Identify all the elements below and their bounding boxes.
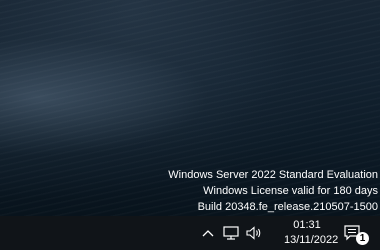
- notification-center-button[interactable]: 1: [336, 216, 380, 250]
- system-clock[interactable]: 01:31 13/11/2022: [284, 216, 339, 250]
- desktop-background[interactable]: Windows Server 2022 Standard Evaluation …: [0, 0, 380, 216]
- clock-time: 01:31: [293, 219, 321, 231]
- network-icon[interactable]: [220, 216, 242, 250]
- volume-icon[interactable]: [243, 216, 265, 250]
- clock-date: 13/11/2022: [284, 234, 339, 246]
- notification-count-badge: 1: [356, 232, 369, 245]
- license-watermark: Windows Server 2022 Standard Evaluation …: [168, 167, 378, 215]
- watermark-edition: Windows Server 2022 Standard Evaluation: [168, 169, 378, 181]
- watermark-license: Windows License valid for 180 days: [203, 185, 378, 197]
- watermark-build: Build 20348.fe_release.210507-1500: [197, 201, 378, 213]
- chevron-up-icon[interactable]: [198, 216, 218, 250]
- taskbar: 01:31 13/11/2022 1: [0, 216, 380, 250]
